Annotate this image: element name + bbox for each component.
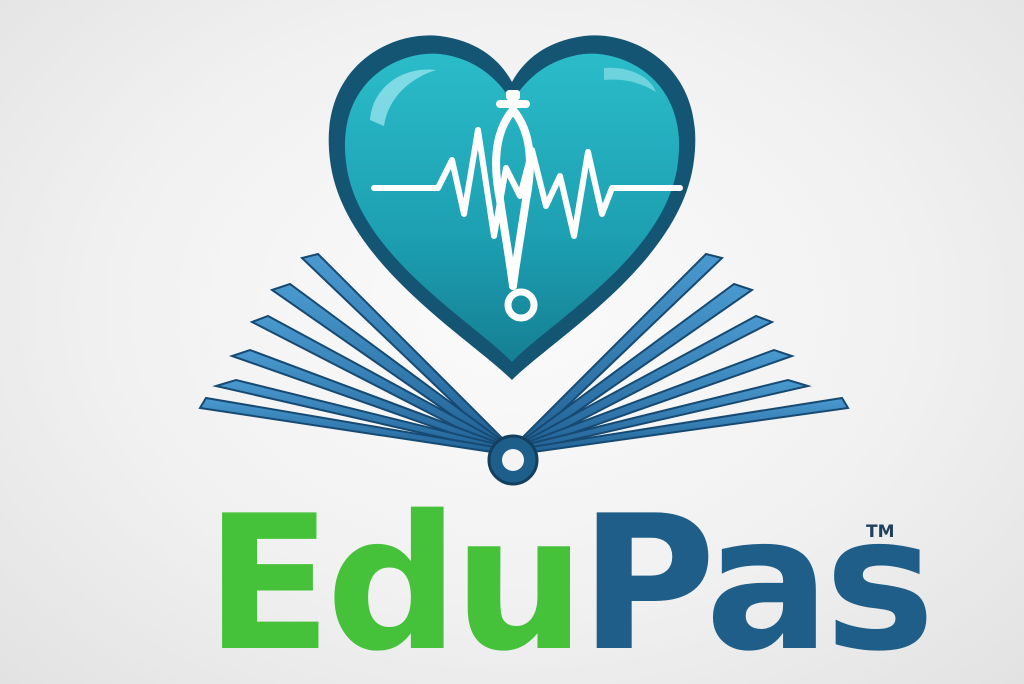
- brand-wordmark: EduPas: [205, 484, 935, 684]
- trademark-symbol: TM: [866, 522, 895, 542]
- brand-pas-text: Pas: [579, 475, 936, 684]
- brand-edu-text: Edu: [205, 475, 586, 684]
